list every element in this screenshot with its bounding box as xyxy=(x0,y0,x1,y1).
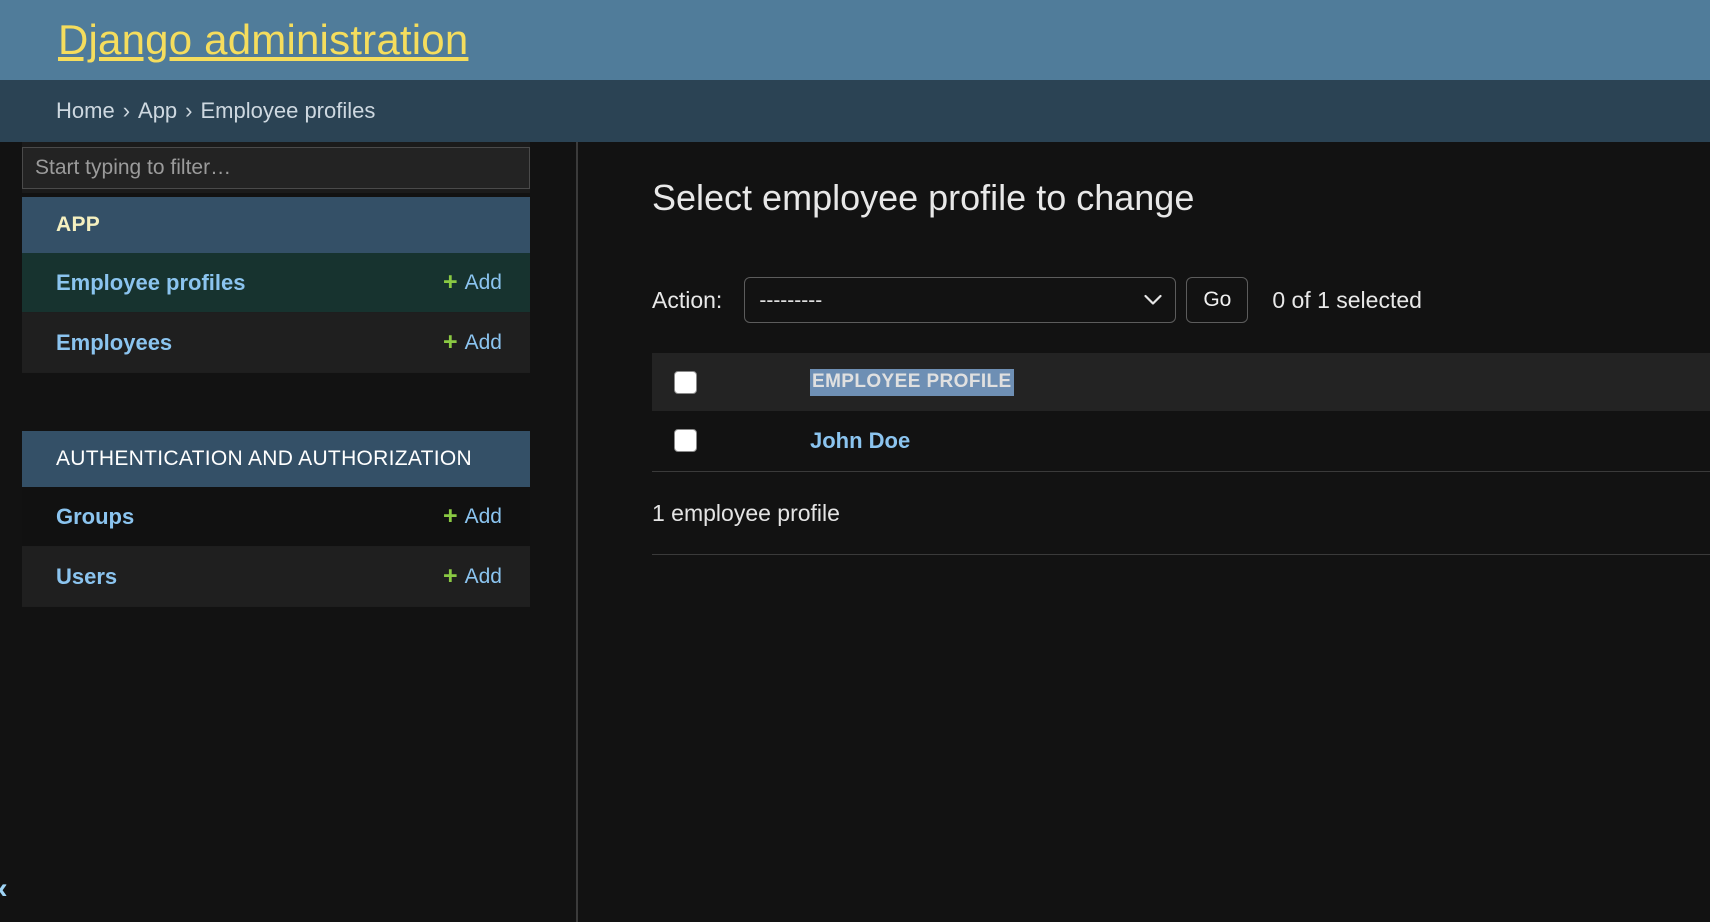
sidebar-module-caption-app[interactable]: APP xyxy=(22,197,530,253)
row-name-cell: John Doe xyxy=(732,411,1710,471)
table-header-row: EMPLOYEE PROFILE xyxy=(652,353,1710,411)
select-all-header-cell xyxy=(652,353,732,411)
sidebar-module-caption-auth[interactable]: AUTHENTICATION AND AUTHORIZATION xyxy=(22,431,530,487)
sidebar-add-link-employee-profiles[interactable]: + Add xyxy=(443,270,502,295)
plus-icon: + xyxy=(443,564,458,589)
sidebar-add-link-users[interactable]: + Add xyxy=(443,564,502,589)
select-all-checkbox[interactable] xyxy=(674,371,697,394)
selection-counter: 0 of 1 selected xyxy=(1272,287,1422,314)
results-table: EMPLOYEE PROFILE John D xyxy=(652,353,1710,472)
sidebar-module-app: APP Employee profiles + Add Employees + … xyxy=(22,197,530,373)
plus-icon: + xyxy=(443,330,458,355)
action-label: Action: xyxy=(652,287,722,314)
column-header-label: EMPLOYEE PROFILE xyxy=(810,369,1014,396)
sidebar-item-employees[interactable]: Employees + Add xyxy=(22,313,530,373)
actions-toolbar: Action: --------- Go 0 of 1 selected xyxy=(652,277,1710,323)
sidebar-filter-input[interactable] xyxy=(22,147,530,189)
sidebar-model-link-employee-profiles[interactable]: Employee profiles xyxy=(56,270,246,296)
sidebar-add-link-groups[interactable]: + Add xyxy=(443,504,502,529)
site-title-link[interactable]: Django administration xyxy=(58,19,468,61)
plus-icon: + xyxy=(443,270,458,295)
bottom-divider xyxy=(652,554,1710,555)
sidebar-nav: APP Employee profiles + Add Employees + … xyxy=(22,142,530,807)
sidebar-empty-space xyxy=(22,607,530,807)
sidebar-add-label: Add xyxy=(465,271,502,295)
column-header-employee-profile[interactable]: EMPLOYEE PROFILE xyxy=(732,353,1710,411)
sidebar-module-auth: AUTHENTICATION AND AUTHORIZATION Groups … xyxy=(22,431,530,607)
sidebar-module-gap xyxy=(22,373,530,427)
sidebar-item-employee-profiles[interactable]: Employee profiles + Add xyxy=(22,253,530,313)
main-region: APP Employee profiles + Add Employees + … xyxy=(0,142,1710,922)
sidebar-add-label: Add xyxy=(465,331,502,355)
results-table-head: EMPLOYEE PROFILE xyxy=(652,353,1710,411)
sidebar-filter-wrap xyxy=(22,142,530,193)
row-link-john-doe[interactable]: John Doe xyxy=(810,428,910,453)
sidebar-collapse-chevrons-icon[interactable]: « xyxy=(0,874,8,904)
row-select-cell xyxy=(652,411,732,471)
sidebar-item-users[interactable]: Users + Add xyxy=(22,547,530,607)
sidebar-model-link-users[interactable]: Users xyxy=(56,564,117,590)
sidebar-item-groups[interactable]: Groups + Add xyxy=(22,487,530,547)
action-select-wrapper: --------- xyxy=(744,277,1176,323)
branding-header: Django administration xyxy=(0,0,1710,80)
sidebar-model-link-employees[interactable]: Employees xyxy=(56,330,172,356)
go-button[interactable]: Go xyxy=(1186,277,1248,323)
sidebar-add-label: Add xyxy=(465,565,502,589)
sidebar-add-link-employees[interactable]: + Add xyxy=(443,330,502,355)
admin-page: Django administration Home › App › Emplo… xyxy=(0,0,1710,922)
action-select[interactable]: --------- xyxy=(744,277,1176,323)
row-select-checkbox[interactable] xyxy=(674,429,697,452)
results-table-body: John Doe xyxy=(652,411,1710,471)
breadcrumb-separator: › xyxy=(185,98,192,124)
breadcrumb-item-current: Employee profiles xyxy=(201,98,376,124)
sidebar-model-link-groups[interactable]: Groups xyxy=(56,504,134,530)
breadcrumb-item-home[interactable]: Home xyxy=(56,98,115,124)
result-count-text: 1 employee profile xyxy=(652,500,1710,527)
page-title: Select employee profile to change xyxy=(652,176,1710,219)
results-table-wrapper: EMPLOYEE PROFILE John D xyxy=(652,353,1710,472)
sidebar: APP Employee profiles + Add Employees + … xyxy=(0,142,578,922)
plus-icon: + xyxy=(443,504,458,529)
breadcrumb: Home › App › Employee profiles xyxy=(0,80,1710,142)
sidebar-add-label: Add xyxy=(465,505,502,529)
content-area: Select employee profile to change Action… xyxy=(578,142,1710,922)
table-row[interactable]: John Doe xyxy=(652,411,1710,471)
breadcrumb-item-app[interactable]: App xyxy=(138,98,177,124)
breadcrumb-separator: › xyxy=(123,98,130,124)
